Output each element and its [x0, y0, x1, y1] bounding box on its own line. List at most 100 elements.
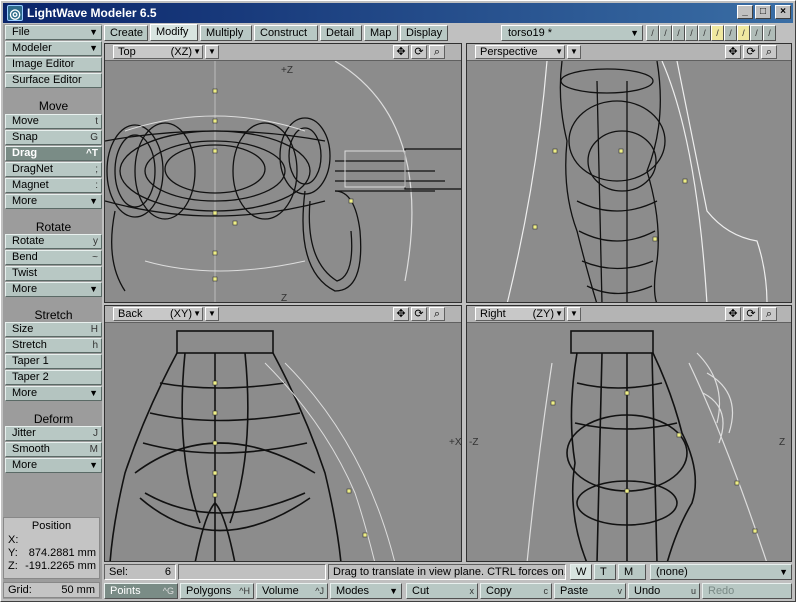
modes-menu[interactable]: Modes ▼: [330, 583, 402, 599]
layer-button-active[interactable]: /: [711, 25, 724, 41]
file-menu[interactable]: File ▼: [5, 25, 102, 40]
rotate-view-icon[interactable]: ⟳: [411, 45, 427, 59]
layer-button[interactable]: /: [646, 25, 659, 41]
tab-map[interactable]: Map: [364, 25, 398, 41]
perspective-view-wireframe: [506, 61, 768, 302]
shortcut: ^J: [315, 586, 324, 596]
twist-button[interactable]: Twist: [5, 266, 102, 281]
chevron-down-icon: ▼: [630, 28, 639, 38]
sel-label: Sel:: [109, 566, 128, 578]
view-name: Perspective: [480, 46, 538, 58]
surface-selector[interactable]: (none) ▼: [650, 564, 792, 580]
jitter-button[interactable]: Jitter J: [5, 426, 102, 441]
view-type-selector[interactable]: Right (ZY) ▼: [475, 307, 565, 321]
shortcut: H: [90, 324, 98, 335]
rotate-view-icon[interactable]: ⟳: [411, 307, 427, 321]
deform-more-button[interactable]: More ▼: [5, 458, 102, 473]
tab-construct[interactable]: Construct: [254, 25, 318, 41]
tab-modify[interactable]: Modify: [150, 24, 198, 41]
stretch-more-button[interactable]: More ▼: [5, 386, 102, 401]
rotate-view-icon[interactable]: ⟳: [743, 307, 759, 321]
taper1-button[interactable]: Taper 1: [5, 354, 102, 369]
chevron-down-icon: ▼: [193, 309, 201, 318]
layer-button[interactable]: /: [698, 25, 711, 41]
close-button[interactable]: ×: [775, 5, 791, 19]
view-options-button[interactable]: ▼: [567, 45, 581, 59]
minimize-button[interactable]: _: [737, 5, 753, 19]
size-button[interactable]: Size H: [5, 322, 102, 337]
dragnet-button[interactable]: DragNet;: [5, 162, 102, 177]
toggle-m[interactable]: M: [618, 564, 646, 580]
layer-button[interactable]: /: [750, 25, 763, 41]
viewport-top[interactable]: Top (XZ) ▼ ▼ ✥ ⟳ ⌕ +Z Z: [104, 43, 462, 303]
object-selector[interactable]: torso19 * ▼: [501, 25, 643, 41]
move-more-button[interactable]: More ▼: [5, 194, 102, 209]
viewport-back[interactable]: Back (XY) ▼ ▼ ✥ ⟳ ⌕ +X: [104, 305, 462, 562]
viewport-perspective[interactable]: Perspective ▼ ▼ ✥ ⟳ ⌕: [466, 43, 792, 303]
snap-button[interactable]: Snap G: [5, 130, 102, 145]
layer-button[interactable]: /: [724, 25, 737, 41]
view-options-button[interactable]: ▼: [205, 307, 219, 321]
zoom-view-icon[interactable]: ⌕: [761, 45, 777, 59]
move-view-icon[interactable]: ✥: [393, 307, 409, 321]
undo-label: Undo: [634, 585, 661, 597]
view-type-selector[interactable]: Back (XY) ▼: [113, 307, 203, 321]
move-view-icon[interactable]: ✥: [725, 307, 741, 321]
tab-create[interactable]: Create: [104, 25, 148, 41]
rotate-button[interactable]: Rotate y: [5, 234, 102, 249]
view-options-button[interactable]: ▼: [205, 45, 219, 59]
taper2-button[interactable]: Taper 2: [5, 370, 102, 385]
bend-button[interactable]: Bend ~: [5, 250, 102, 265]
maximize-button[interactable]: □: [755, 5, 771, 19]
more-label: More: [12, 283, 38, 295]
surface-name: (none): [656, 566, 688, 578]
view-type-selector[interactable]: Top (XZ) ▼: [113, 45, 203, 59]
rotate-view-icon[interactable]: ⟳: [743, 45, 759, 59]
magnet-button[interactable]: Magnet:: [5, 178, 102, 193]
layer-button-active[interactable]: /: [737, 25, 750, 41]
wireframe-toggle-w[interactable]: W: [570, 564, 592, 580]
copy-button[interactable]: Copy c: [480, 583, 552, 599]
move-button[interactable]: Move t: [5, 114, 102, 129]
viewport-header: Right (ZY) ▼ ▼ ✥ ⟳ ⌕: [467, 306, 791, 323]
zoom-view-icon[interactable]: ⌕: [429, 45, 445, 59]
view-options-button[interactable]: ▼: [567, 307, 581, 321]
stretch-button[interactable]: Stretch h: [5, 338, 102, 353]
toggle-t[interactable]: T: [594, 564, 616, 580]
layer-button[interactable]: /: [659, 25, 672, 41]
tab-detail[interactable]: Detail: [320, 25, 362, 41]
redo-button[interactable]: Redo: [702, 583, 792, 599]
axis-label-z-plus: +Z: [281, 65, 293, 76]
tab-display[interactable]: Display: [400, 25, 448, 41]
chevron-down-icon: ▼: [89, 196, 98, 206]
title-bar: ◎ LightWave Modeler 6.5 _ □ ×: [3, 3, 793, 23]
polygons-mode-button[interactable]: Polygons ^H: [180, 583, 254, 599]
modeler-menu[interactable]: Modeler ▼: [5, 41, 102, 56]
tool-label: Taper 2: [12, 371, 49, 383]
copy-label: Copy: [486, 585, 512, 597]
zoom-view-icon[interactable]: ⌕: [429, 307, 445, 321]
volume-mode-button[interactable]: Volume ^J: [256, 583, 328, 599]
layer-button[interactable]: /: [763, 25, 776, 41]
rotate-group-title: Rotate: [35, 220, 72, 234]
paste-button[interactable]: Paste v: [554, 583, 626, 599]
view-type-selector[interactable]: Perspective ▼: [475, 45, 565, 59]
tool-label: Snap: [12, 131, 38, 143]
surface-editor-button[interactable]: Surface Editor: [5, 73, 102, 88]
viewport-header: Top (XZ) ▼ ▼ ✥ ⟳ ⌕: [105, 44, 461, 61]
move-view-icon[interactable]: ✥: [725, 45, 741, 59]
tab-multiply[interactable]: Multiply: [200, 25, 252, 41]
drag-button[interactable]: Drag ^T: [5, 146, 102, 161]
viewport-right[interactable]: Right (ZY) ▼ ▼ ✥ ⟳ ⌕ -Z Z: [466, 305, 792, 562]
points-mode-button[interactable]: Points ^G: [104, 583, 178, 599]
shortcut: J: [93, 428, 98, 439]
layer-button[interactable]: /: [685, 25, 698, 41]
layer-button[interactable]: /: [672, 25, 685, 41]
move-view-icon[interactable]: ✥: [393, 45, 409, 59]
zoom-view-icon[interactable]: ⌕: [761, 307, 777, 321]
rotate-more-button[interactable]: More ▼: [5, 282, 102, 297]
undo-button[interactable]: Undo u: [628, 583, 700, 599]
smooth-button[interactable]: Smooth M: [5, 442, 102, 457]
image-editor-button[interactable]: Image Editor: [5, 57, 102, 72]
cut-button[interactable]: Cut x: [406, 583, 478, 599]
